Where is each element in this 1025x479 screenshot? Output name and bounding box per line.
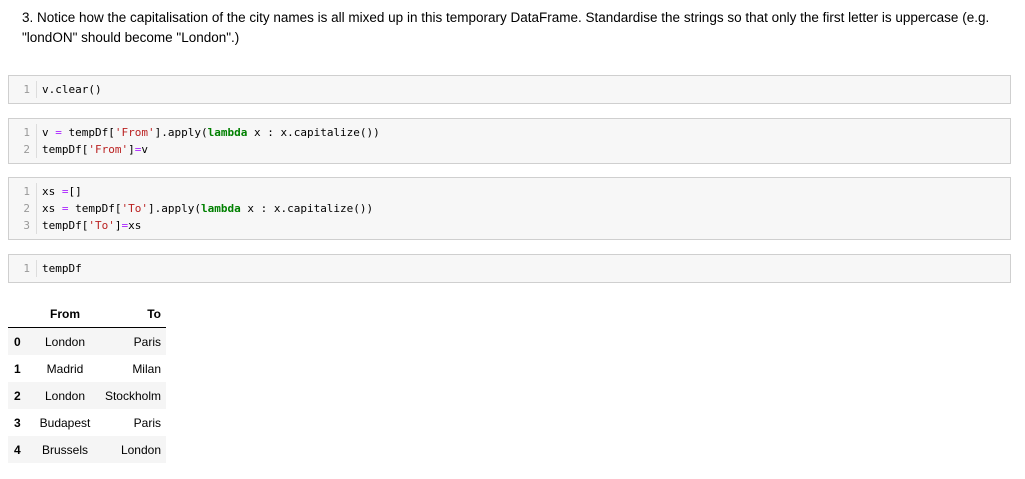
code-cell-clear[interactable]: 1 v.clear() — [8, 75, 1011, 104]
index-header — [8, 300, 32, 328]
code-token: x : x.capitalize()) — [247, 126, 380, 139]
cell-from: London — [44, 334, 86, 349]
table-header-row: From To — [8, 300, 166, 328]
code-token: x : x.capitalize()) — [240, 202, 374, 215]
code-token: v — [141, 143, 148, 156]
code-cell-show-dataframe[interactable]: 1 tempDf — [8, 254, 1011, 283]
line-number: 2 — [23, 143, 30, 156]
code-token: xs — [42, 202, 62, 215]
cell-from: London — [44, 388, 86, 403]
code-cell-capitalize-to[interactable]: 123 xs =[] xs = tempDf['To'].apply(lambda… — [8, 177, 1011, 240]
code-token: tempDf — [42, 262, 82, 275]
code-token: 'To' — [121, 202, 148, 215]
code-line: xs =[] — [42, 183, 373, 200]
cell-to: Milan — [132, 361, 161, 376]
code-token: 'From' — [114, 126, 155, 139]
code-token: xs — [42, 185, 62, 198]
code-token: tempDf[ — [42, 219, 89, 232]
line-numbers: 1 2 3 — [9, 183, 37, 234]
row-index: 2 — [14, 388, 21, 403]
line-number: 1 — [23, 185, 30, 198]
code-line: tempDf — [42, 260, 82, 277]
cell-to: Paris — [133, 415, 161, 430]
code-token: = — [61, 202, 69, 215]
line-numbers: 12 — [9, 124, 37, 158]
line-number: 2 — [23, 202, 30, 215]
line-number: 1 — [23, 262, 30, 275]
code-token: lambda — [207, 126, 248, 139]
line-numbers: 1 — [9, 260, 37, 277]
line-number: 1 — [23, 83, 30, 96]
code-token: 'From' — [88, 143, 129, 156]
line-number: 3 — [23, 219, 30, 232]
code-editor[interactable]: xs =[] xs = tempDf['To'].apply(lambda x :… — [37, 183, 373, 234]
table-row: 2 London Stockholm — [8, 382, 166, 409]
row-index: 4 — [14, 442, 21, 457]
instruction-text: 3. Notice how the capitalisation of the … — [22, 10, 990, 45]
row-index: 0 — [14, 334, 21, 349]
code-editor[interactable]: v.clear() — [37, 81, 102, 98]
code-editor[interactable]: tempDf — [37, 260, 82, 277]
cell-from: Brussels — [41, 442, 88, 457]
cell-from: Madrid — [46, 361, 84, 376]
code-line: tempDf['To']=xs — [42, 217, 373, 234]
code-token: lambda — [200, 202, 241, 215]
table-row: 4 Brussels London — [8, 436, 166, 463]
line-number: 1 — [23, 126, 30, 139]
code-token: v — [42, 126, 56, 139]
cell-to: London — [120, 442, 161, 457]
code-token: tempDf[ — [42, 143, 89, 156]
code-token: 'To' — [88, 219, 115, 232]
code-line: v = tempDf['From'].apply(lambda x : x.ca… — [42, 124, 380, 141]
row-index: 3 — [14, 415, 21, 430]
code-token: v.clear() — [42, 83, 102, 96]
cell-to: Paris — [133, 334, 161, 349]
cell-to: Stockholm — [104, 388, 161, 403]
cell-from: Budapest — [39, 415, 91, 430]
row-index: 1 — [14, 361, 21, 376]
column-header-to: To — [98, 300, 166, 328]
code-token: tempDf[ — [68, 202, 122, 215]
code-token: ] — [128, 143, 135, 156]
table-row: 3 Budapest Paris — [8, 409, 166, 436]
code-editor[interactable]: v = tempDf['From'].apply(lambda x : x.ca… — [37, 124, 380, 158]
code-line: v.clear() — [42, 81, 102, 98]
code-cell-capitalize-from[interactable]: 12 v = tempDf['From'].apply(lambda x : x… — [8, 118, 1011, 164]
code-token: = — [61, 185, 69, 198]
column-header-from: From — [32, 300, 98, 328]
dataframe-output: From To 0 London Paris 1 Madrid Milan 2 London S… — [8, 300, 166, 463]
markdown-instruction: 3. Notice how the capitalisation of the … — [22, 8, 1017, 48]
code-token: tempDf[ — [61, 126, 115, 139]
code-token: [] — [68, 185, 82, 198]
code-token: xs — [128, 219, 142, 232]
table-row: 0 London Paris — [8, 327, 166, 355]
code-line: tempDf['From']=v — [42, 141, 380, 158]
code-token: ].apply( — [154, 126, 208, 139]
line-numbers: 1 — [9, 81, 37, 98]
code-token: ].apply( — [147, 202, 201, 215]
code-token: = — [55, 126, 62, 139]
table-row: 1 Madrid Milan — [8, 355, 166, 382]
code-line: xs = tempDf['To'].apply(lambda x : x.cap… — [42, 200, 373, 217]
